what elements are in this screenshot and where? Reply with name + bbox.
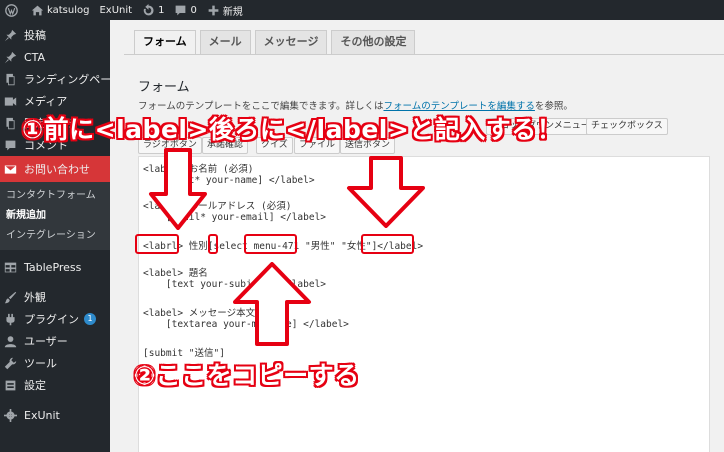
highlight-label-close bbox=[361, 234, 414, 254]
menu-contact[interactable]: お問い合わせ bbox=[0, 156, 110, 182]
menu-plugins-label: プラグイン bbox=[24, 313, 79, 326]
mail-icon bbox=[4, 164, 17, 174]
table-icon bbox=[4, 262, 17, 272]
wordpress-icon bbox=[5, 3, 18, 17]
brush-icon bbox=[4, 291, 17, 303]
exunit-label: ExUnit bbox=[99, 4, 133, 16]
menu-tools-label: ツール bbox=[24, 357, 57, 370]
site-name: katsulog bbox=[47, 4, 90, 16]
menu-posts-label: 投稿 bbox=[24, 29, 46, 42]
gear-icon bbox=[4, 408, 17, 422]
menu-posts[interactable]: 投稿 bbox=[0, 24, 110, 46]
tab-messages[interactable]: メッセージ bbox=[254, 30, 328, 54]
down-arrow-right bbox=[347, 156, 425, 228]
code-line: <label> 題名 bbox=[143, 268, 208, 279]
pages-icon bbox=[6, 117, 15, 129]
form-section-title: フォーム bbox=[138, 80, 190, 95]
wrench-icon bbox=[4, 357, 17, 369]
settings-icon bbox=[5, 380, 16, 390]
menu-landing-label: ランディングページ bbox=[24, 73, 110, 86]
pin-icon bbox=[4, 51, 17, 63]
menu-tablepress-label: TablePress bbox=[24, 260, 82, 274]
annotation-step2: ②ここをコピーする bbox=[134, 361, 360, 390]
submenu-contact-forms[interactable]: コンタクトフォーム bbox=[0, 186, 110, 206]
down-arrow-left bbox=[149, 148, 207, 230]
up-arrow bbox=[233, 262, 311, 346]
menu-contact-label: お問い合わせ bbox=[24, 163, 90, 176]
site-name-link[interactable]: katsulog bbox=[26, 0, 94, 20]
menu-exunit-label: ExUnit bbox=[24, 408, 60, 422]
media-icon bbox=[4, 96, 17, 106]
menu-appearance[interactable]: 外観 bbox=[0, 286, 110, 308]
plugin-icon bbox=[6, 313, 15, 325]
user-icon bbox=[4, 335, 17, 347]
menu-cta-label: CTA bbox=[24, 50, 46, 64]
updates-link[interactable]: 1 bbox=[137, 0, 169, 20]
menu-users-label: ユーザー bbox=[24, 335, 68, 348]
tab-divider bbox=[124, 54, 724, 55]
menu-cta[interactable]: CTA bbox=[0, 46, 110, 68]
highlight-menu-name bbox=[244, 234, 297, 254]
submenu-integration[interactable]: インテグレーション bbox=[0, 226, 110, 246]
submenu-add-new[interactable]: 新規追加 bbox=[0, 206, 110, 226]
new-label: 新規 bbox=[222, 6, 243, 18]
comments-count: 0 bbox=[190, 4, 197, 16]
menu-settings[interactable]: 設定 bbox=[0, 374, 110, 396]
menu-users[interactable]: ユーザー bbox=[0, 330, 110, 352]
menu-appearance-label: 外観 bbox=[24, 291, 46, 304]
menu-tablepress[interactable]: TablePress bbox=[0, 256, 110, 278]
wp-logo[interactable] bbox=[0, 0, 26, 20]
form-tabs: フォーム メール メッセージ その他の設定 bbox=[134, 30, 419, 55]
home-icon bbox=[31, 5, 44, 15]
annotation-step1: ①前に<label>後ろに</label>と記入する！ bbox=[22, 115, 563, 144]
menu-settings-label: 設定 bbox=[24, 379, 46, 392]
plus-icon bbox=[208, 5, 219, 15]
admin-bar: katsulog ExUnit 1 0 新規 bbox=[0, 0, 724, 20]
menu-exunit[interactable]: ExUnit bbox=[0, 404, 110, 426]
contact-submenu: コンタクトフォーム 新規追加 インテグレーション bbox=[0, 182, 110, 250]
tag-button-checkbox[interactable]: チェックボックス bbox=[586, 118, 668, 135]
menu-landing[interactable]: ランディングページ bbox=[0, 68, 110, 90]
menu-plugins[interactable]: プラグイン 1 bbox=[0, 308, 110, 330]
highlight-select-bracket bbox=[208, 234, 218, 254]
menu-media-label: メディア bbox=[24, 95, 68, 108]
highlight-label-open bbox=[135, 234, 179, 254]
tab-additional-settings[interactable]: その他の設定 bbox=[331, 30, 416, 54]
menu-media[interactable]: メディア bbox=[0, 90, 110, 112]
menu-tools[interactable]: ツール bbox=[0, 352, 110, 374]
tab-mail[interactable]: メール bbox=[199, 30, 251, 54]
pages-icon bbox=[6, 73, 15, 85]
new-content-link[interactable]: 新規 bbox=[202, 0, 248, 20]
admin-sidebar: 投稿 CTA ランディングページ メディア 固定ページ コメント お問い合わせ … bbox=[0, 20, 110, 452]
plugins-update-badge: 1 bbox=[84, 313, 96, 325]
comments-link[interactable]: 0 bbox=[169, 0, 201, 20]
updates-count: 1 bbox=[158, 4, 165, 16]
comment-icon bbox=[176, 5, 186, 15]
comment-icon bbox=[5, 140, 16, 150]
exunit-link[interactable]: ExUnit bbox=[94, 0, 137, 20]
update-icon bbox=[143, 3, 154, 15]
pin-icon bbox=[4, 29, 17, 41]
tab-form[interactable]: フォーム bbox=[134, 30, 196, 55]
